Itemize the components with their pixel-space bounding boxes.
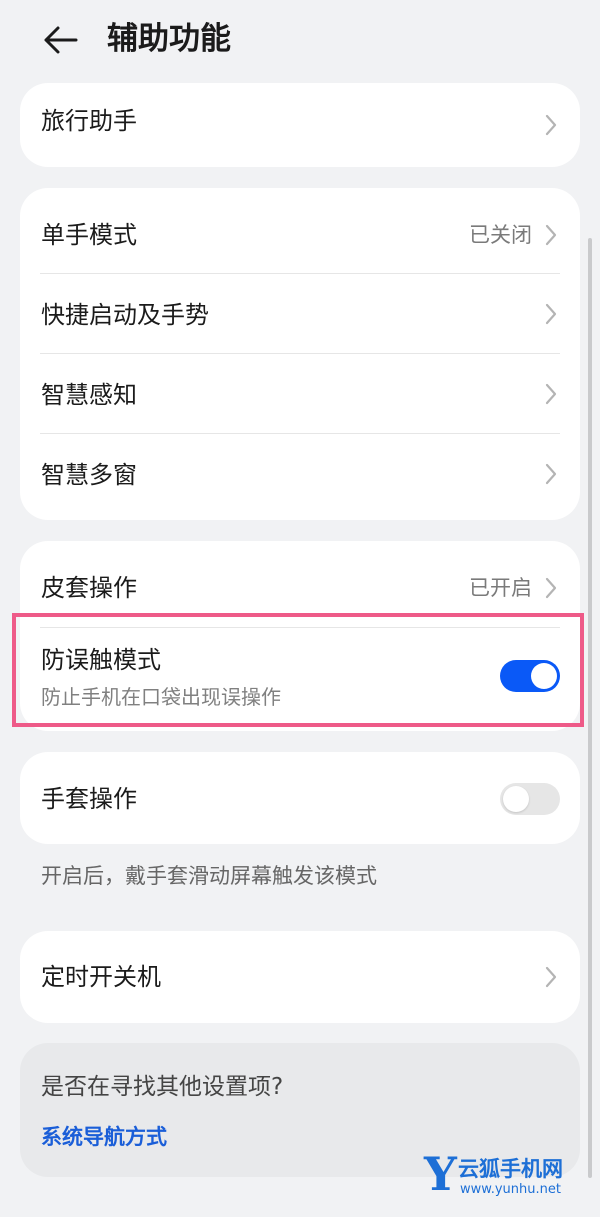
glove-mode-toggle[interactable] xyxy=(500,783,560,815)
watermark-logo-letter: Y xyxy=(424,1147,457,1201)
settings-card-travel: 旅行助手 xyxy=(20,83,580,167)
chevron-right-icon xyxy=(545,224,557,246)
list-item-travel-assistant[interactable]: 旅行助手 xyxy=(20,83,580,167)
list-item-smart-sensing[interactable]: 智慧感知 xyxy=(20,354,580,433)
chevron-right-icon xyxy=(545,383,557,405)
row-label: 单手模式 xyxy=(41,221,137,249)
suggestion-title: 是否在寻找其他设置项? xyxy=(41,1074,284,1100)
chevron-right-icon xyxy=(545,303,557,325)
chevron-right-icon xyxy=(545,577,557,599)
watermark-logo: Y 云狐手机网 www.yunhu.net xyxy=(424,1148,594,1200)
settings-card-schedule: 定时开关机 xyxy=(20,931,580,1023)
list-item-shortcut-gestures[interactable]: 快捷启动及手势 xyxy=(20,274,580,353)
page-title: 辅助功能 xyxy=(107,21,231,57)
list-item-one-hand-mode[interactable]: 单手模式 已关闭 xyxy=(20,188,580,273)
row-label: 手套操作 xyxy=(41,785,137,813)
toggle-knob xyxy=(503,786,529,812)
list-item-scheduled-power[interactable]: 定时开关机 xyxy=(20,931,580,1023)
row-label: 皮套操作 xyxy=(41,574,137,602)
header: 辅助功能 xyxy=(0,0,600,80)
settings-card-glove: 手套操作 xyxy=(20,752,580,844)
list-item-multi-window[interactable]: 智慧多窗 xyxy=(20,434,580,520)
row-label: 旅行助手 xyxy=(41,107,137,135)
settings-card-modes: 单手模式 已关闭 快捷启动及手势 智慧感知 智慧多窗 xyxy=(20,188,580,520)
row-label: 智慧多窗 xyxy=(41,461,137,489)
watermark-name: 云狐手机网 xyxy=(458,1157,563,1181)
watermark-url: www.yunhu.net xyxy=(460,1182,561,1197)
row-status-value: 已关闭 xyxy=(469,223,532,247)
scrollbar[interactable] xyxy=(588,238,592,1178)
row-label: 定时开关机 xyxy=(41,963,161,991)
row-label: 智慧感知 xyxy=(41,381,137,409)
list-item-glove-operation[interactable]: 手套操作 xyxy=(20,752,580,844)
system-navigation-link[interactable]: 系统导航方式 xyxy=(41,1122,167,1152)
highlight-frame xyxy=(12,613,584,727)
back-button[interactable] xyxy=(38,20,82,60)
chevron-right-icon xyxy=(545,114,557,136)
row-label: 快捷启动及手势 xyxy=(41,301,209,329)
chevron-right-icon xyxy=(545,966,557,988)
row-status-value: 已开启 xyxy=(469,576,532,600)
glove-mode-hint: 开启后，戴手套滑动屏幕触发该模式 xyxy=(41,864,377,888)
arrow-left-icon xyxy=(44,26,78,54)
chevron-right-icon xyxy=(545,463,557,485)
